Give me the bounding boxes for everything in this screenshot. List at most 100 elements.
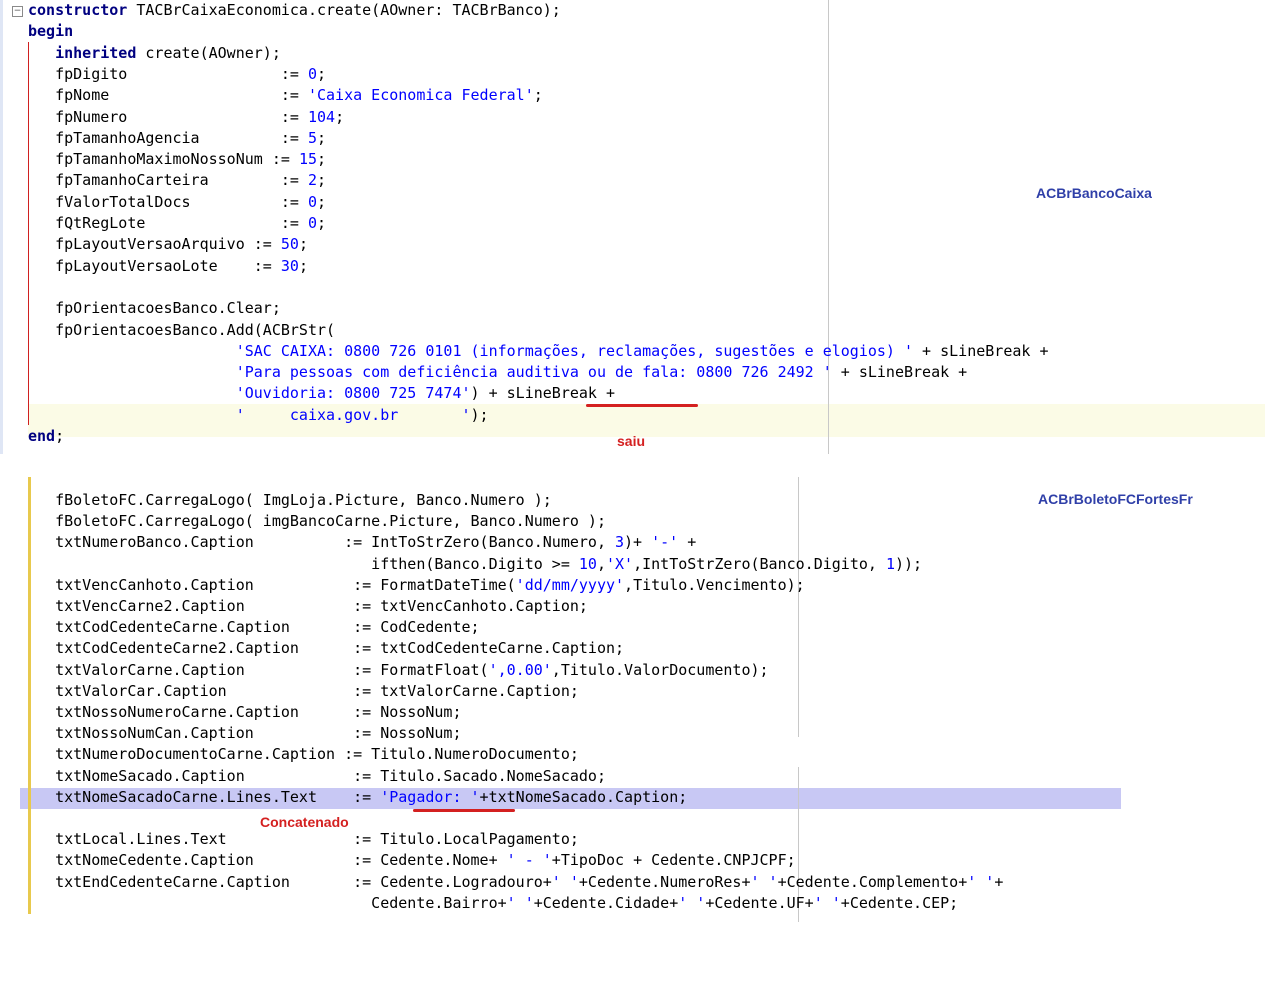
string-token: 'Pagador: ' [380,787,480,806]
code-token: fpNumero := [28,107,308,126]
code-token: ifthen(Banco.Digito >= [28,554,579,573]
code-line[interactable]: fpNome := 'Caixa Economica Federal'; [28,85,543,106]
keyword-token: begin [28,22,74,41]
number-token: 1 [885,554,895,573]
code-line[interactable]: fpNumero := 104; [28,107,344,128]
code-token: ; [55,427,65,445]
code-line[interactable]: Cedente.Bairro+' '+Cedente.Cidade+' '+Ce… [28,893,958,914]
code-line[interactable]: fBoletoFC.CarregaLogo( imgBancoCarne.Pic… [28,511,606,532]
bottom-code-editor[interactable]: fBoletoFC.CarregaLogo( ImgLoja.Picture, … [0,477,1265,922]
code-line[interactable]: fpOrientacoesBanco.Clear; [28,298,281,319]
code-line[interactable]: fBoletoFC.CarregaLogo( ImgLoja.Picture, … [28,490,552,511]
annotation-label: ACBrBancoCaixa [1036,185,1152,201]
string-token: 'Caixa Economica Federal' [307,86,534,105]
code-line[interactable]: txtNumeroBanco.Caption := IntToStrZero(B… [28,532,696,553]
code-token: ; [533,86,543,105]
number-token: 3 [615,533,625,552]
code-line[interactable]: txtValorCar.Caption := txtValorCarne.Cap… [28,681,579,702]
code-token: ; [317,192,327,211]
code-line[interactable]: fpTamanhoMaximoNossoNum := 15; [28,149,326,170]
code-token: ; [317,64,327,83]
string-token: ',0.00' [488,660,552,679]
code-line[interactable]: txtVencCanhoto.Caption := FormatDateTime… [28,575,805,596]
string-token: ' - ' [506,851,552,870]
code-token: txtCodCedenteCarne.Caption := CodCedente… [28,618,480,637]
code-line[interactable]: txtNomeCedente.Caption := Cedente.Nome+ … [28,850,796,871]
code-line[interactable]: fValorTotalDocs := 0; [28,192,326,213]
code-token: fpTamanhoAgencia := [28,128,308,147]
code-line[interactable]: fpTamanhoCarteira := 2; [28,170,326,191]
code-line[interactable]: txtNomeSacadoCarne.Lines.Text := 'Pagado… [28,787,687,808]
code-token: txtNumeroDocumentoCarne.Caption := Titul… [28,745,579,764]
code-line[interactable]: 'Para pessoas com deficiência auditiva o… [28,362,968,383]
code-line[interactable]: fpOrientacoesBanco.Add(ACBrStr( [28,320,335,341]
annotation-note: saiu [617,433,646,449]
code-token: fBoletoFC.CarregaLogo( imgBancoCarne.Pic… [28,512,606,531]
code-token: ) + sLineBreak + [470,384,616,403]
code-line[interactable]: 'SAC CAIXA: 0800 726 0101 (informações, … [28,341,1049,362]
code-line[interactable]: txtValorCarne.Caption := FormatFloat(',0… [28,660,768,681]
code-line[interactable]: txtNossoNumCan.Caption := NossoNum; [28,723,461,744]
code-line[interactable]: fpLayoutVersaoArquivo := 50; [28,234,308,255]
code-token: +TipoDoc + Cedente.CNPJCPF; [551,851,796,870]
code-line[interactable]: end; [28,426,64,447]
code-line[interactable]: fpTamanhoAgencia := 5; [28,128,326,149]
code-token: + [994,872,1004,891]
code-line[interactable]: fpLayoutVersaoLote := 30; [28,256,308,277]
code-line[interactable]: fQtRegLote := 0; [28,213,326,234]
code-token: ; [298,256,308,275]
code-token: fpTamanhoCarteira := [28,171,308,190]
code-line[interactable]: txtCodCedenteCarne.Caption := CodCedente… [28,617,480,638]
code-line[interactable]: ' caixa.gov.br '); [28,405,489,426]
code-line[interactable]: constructor TACBrCaixaEconomica.create(A… [28,0,561,21]
top-code-editor[interactable]: − constructor TACBrCaixaEconomica.create… [0,0,1265,454]
string-token: 'dd/mm/yyyy' [515,575,625,594]
string-token: 'Ouvidoria: 0800 725 7474' [235,384,471,403]
string-token: ' caixa.gov.br ' [235,405,471,424]
code-token: +Cedente.UF+ [705,893,814,912]
code-token: ; [317,128,327,147]
minus-box-icon[interactable]: − [12,6,23,17]
string-token: ' ' [678,893,706,912]
code-line[interactable]: txtNossoNumeroCarne.Caption := NossoNum; [28,702,461,723]
code-token: fpTamanhoMaximoNossoNum := [28,150,299,169]
code-line[interactable]: begin [28,21,73,42]
code-token: fBoletoFC.CarregaLogo( ImgLoja.Picture, … [28,491,552,509]
code-token: ,IntToStrZero(Banco.Digito, [633,554,886,573]
code-token: , [596,554,606,573]
number-token: 0 [307,192,317,211]
code-line[interactable]: txtLocal.Lines.Text := Titulo.LocalPagam… [28,829,579,850]
code-token: +Cedente.NumeroRes+ [578,872,751,891]
code-token: ; [298,235,308,254]
code-line[interactable]: 'Ouvidoria: 0800 725 7474') + sLineBreak… [28,383,615,404]
code-token: )); [894,554,923,573]
code-token: ,Titulo.Vencimento); [624,575,805,594]
string-token: ' ' [967,872,995,891]
code-token: fValorTotalDocs := [28,192,308,211]
string-token: ' ' [551,872,579,891]
code-token: ; [335,107,345,126]
number-token: 0 [307,64,317,83]
code-line[interactable]: txtEndCedenteCarne.Caption := Cedente.Lo… [28,872,1003,893]
code-line[interactable]: txtNomeSacado.Caption := Titulo.Sacado.N… [28,766,606,787]
code-line[interactable]: txtVencCarne2.Caption := txtVencCanhoto.… [28,596,588,617]
annotation-label: ACBrBoletoFCFortesFr [1038,491,1193,507]
code-line[interactable]: fpDigito := 0; [28,64,326,85]
code-token: ); [470,405,489,424]
code-line[interactable]: txtNumeroDocumentoCarne.Caption := Titul… [28,744,579,765]
string-token: 'Para pessoas com deficiência auditiva o… [235,363,832,382]
code-token: + sLineBreak + [913,341,1049,360]
code-token: txtNomeSacado.Caption := Titulo.Sacado.N… [28,766,606,785]
string-token: ' ' [750,872,778,891]
code-line[interactable]: inherited create(AOwner); [28,43,281,64]
code-token: +Cedente.Complemento+ [777,872,968,891]
code-token: create(AOwner); [136,43,281,62]
keyword-token: constructor [28,1,128,19]
code-line[interactable]: txtCodCedenteCarne2.Caption := txtCodCed… [28,638,624,659]
code-line[interactable]: ifthen(Banco.Digito >= 10,'X',IntToStrZe… [28,554,922,575]
